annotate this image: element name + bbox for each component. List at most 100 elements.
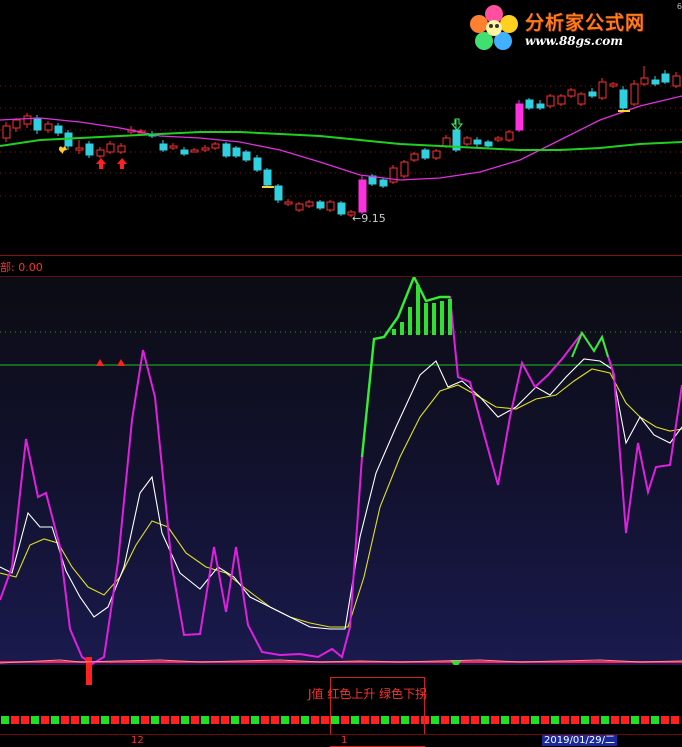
signal-square-5 — [51, 716, 59, 724]
signal-square-51 — [511, 716, 519, 724]
candle-body-47 — [494, 137, 503, 141]
signal-square-59 — [591, 716, 599, 724]
signal-square-28 — [281, 716, 289, 724]
signal-square-12 — [121, 716, 129, 724]
histogram-bar-7 — [448, 299, 452, 335]
candle-body-32 — [337, 202, 346, 215]
signal-square-23 — [231, 716, 239, 724]
candle-body-4 — [44, 123, 53, 131]
kdj-indicator-panel[interactable] — [0, 277, 682, 665]
signal-square-49 — [491, 716, 499, 724]
signal-square-8 — [81, 716, 89, 724]
j-line — [0, 277, 682, 665]
candle-body-41 — [432, 150, 441, 159]
histogram-bar-3 — [416, 285, 420, 335]
up-triangle-1 — [96, 359, 104, 366]
signal-square-13 — [131, 716, 139, 724]
signal-square-4 — [41, 716, 49, 724]
signal-square-63 — [631, 716, 639, 724]
candle-body-30 — [316, 201, 325, 209]
candle-body-63 — [661, 73, 670, 83]
histogram-bar-4 — [424, 303, 428, 335]
candle-body-45 — [473, 139, 482, 145]
signal-square-6 — [61, 716, 69, 724]
candle-body-52 — [546, 95, 555, 107]
corner-number: 6 — [676, 2, 682, 11]
signal-square-20 — [201, 716, 209, 724]
sell-arrow — [450, 118, 464, 131]
histogram-bar-2 — [408, 307, 412, 335]
candle-body-42 — [442, 137, 451, 147]
tick-label-1: 1 — [341, 735, 348, 746]
signal-square-32 — [321, 716, 329, 724]
signal-square-50 — [501, 716, 509, 724]
signal-square-61 — [611, 716, 619, 724]
candle-body-19 — [201, 147, 210, 151]
logo-url: www.88gs.com — [525, 34, 623, 48]
candle-body-7 — [75, 147, 84, 151]
candle-body-49 — [515, 103, 524, 131]
candle-body-26 — [274, 185, 283, 201]
ma-long-line — [0, 131, 682, 151]
signal-square-54 — [541, 716, 549, 724]
histogram-bar-6 — [440, 301, 444, 335]
signal-square-27 — [271, 716, 279, 724]
candle-body-38 — [400, 161, 409, 177]
candle-body-27 — [284, 201, 293, 205]
candle-body-21 — [222, 143, 231, 157]
signal-square-11 — [111, 716, 119, 724]
signal-square-1 — [11, 716, 19, 724]
signal-square-67 — [671, 716, 679, 724]
tick-label-12: 12 — [131, 735, 144, 746]
candle-body-44 — [463, 137, 472, 145]
time-axis: 12 1 2019/01/29/二 — [0, 734, 682, 746]
signal-square-14 — [141, 716, 149, 724]
candle-body-3 — [33, 117, 42, 131]
signal-square-31 — [311, 716, 319, 724]
signal-square-19 — [191, 716, 199, 724]
signal-square-65 — [651, 716, 659, 724]
buy-arrow-2 — [117, 158, 127, 169]
signal-square-30 — [301, 716, 309, 724]
signal-square-17 — [171, 716, 179, 724]
candle-body-10 — [106, 143, 115, 153]
signal-panel[interactable]: J值 红色上升 绿色下拐 12 1 2019/01/29/二 — [0, 665, 682, 747]
candle-body-60 — [630, 83, 639, 105]
candle-body-57 — [598, 81, 607, 99]
signal-square-21 — [211, 716, 219, 724]
candle-body-64 — [672, 75, 681, 87]
signal-spike — [86, 665, 92, 685]
signal-square-25 — [251, 716, 259, 724]
candle-body-29 — [305, 201, 314, 207]
cursor-date: 2019/01/29/二 — [542, 735, 618, 746]
signal-square-16 — [161, 716, 169, 724]
butterfly-icon — [59, 146, 67, 154]
candle-body-9 — [96, 149, 105, 157]
signal-square-45 — [451, 716, 459, 724]
candle-body-55 — [577, 93, 586, 105]
candle-body-24 — [253, 157, 262, 171]
signal-square-44 — [441, 716, 449, 724]
candle-body-34 — [358, 179, 367, 213]
candle-body-39 — [410, 153, 419, 161]
flower-logo-icon — [470, 5, 518, 50]
d-line — [0, 368, 682, 628]
candle-body-31 — [326, 201, 335, 211]
signal-square-57 — [571, 716, 579, 724]
signal-square-3 — [31, 716, 39, 724]
histogram-bar-0 — [392, 329, 396, 335]
buy-arrow-1 — [96, 158, 106, 169]
candle-body-54 — [567, 89, 576, 97]
candle-body-28 — [295, 203, 304, 211]
indicator-value-label: 部: 0.00 — [0, 261, 43, 274]
signal-square-58 — [581, 716, 589, 724]
price-chart-panel[interactable]: 分析家公式网 www.88gs.com 6 ←9.15 — [0, 0, 682, 255]
signal-square-7 — [71, 716, 79, 724]
signal-square-48 — [481, 716, 489, 724]
k-line — [0, 358, 682, 630]
bottom-red-bar — [86, 657, 92, 665]
kdj-chart[interactable] — [0, 277, 682, 665]
signal-square-60 — [601, 716, 609, 724]
j-line-turning-segment — [360, 277, 450, 458]
candle-body-59 — [619, 89, 628, 109]
